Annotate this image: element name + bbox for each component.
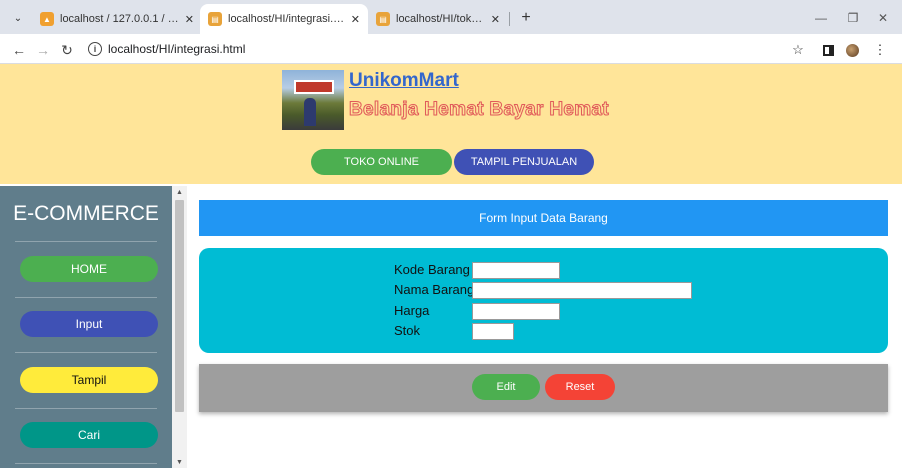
sidebar-item-input[interactable]: Input [20,311,158,337]
sidebar-divider [15,463,157,464]
restore-icon[interactable]: ❐ [842,8,864,28]
nama-barang-label: Nama Barang [394,282,475,297]
reset-button[interactable]: Reset [545,374,615,400]
store-logo-image [282,70,344,130]
close-icon[interactable]: ✕ [351,13,360,26]
close-icon[interactable]: ✕ [491,13,500,26]
minimize-icon[interactable]: — [810,8,832,28]
page-content: UnikomMart Belanja Hemat Bayar Hemat TOK… [0,64,902,468]
tab-label: localhost/HI/toko.php [396,13,485,25]
input-form-panel: Kode Barang Nama Barang Harga Stok [199,248,888,353]
kode-barang-input[interactable] [472,262,560,279]
forward-arrow-icon[interactable]: → [34,41,52,59]
back-arrow-icon[interactable]: ← [10,41,28,59]
tab-integrasi[interactable]: ▤ localhost/HI/integrasi.html ✕ [200,4,368,34]
sidebar-item-tampil[interactable]: Tampil [20,367,158,393]
page-favicon-icon: ▤ [208,12,222,26]
toko-online-button[interactable]: TOKO ONLINE [311,149,452,175]
url-field[interactable]: i localhost/HI/integrasi.html [88,38,808,60]
tab-separator [509,12,510,26]
reload-icon[interactable]: ↻ [58,41,76,59]
address-bar: ← → ↻ i localhost/HI/integrasi.html ☆ ⋮ [0,34,902,64]
scrollbar-thumb[interactable] [175,200,184,412]
browser-tab-bar: ⌄ ▲ localhost / 127.0.0.1 / hi_2023 / ✕ … [0,0,902,34]
form-title: Form Input Data Barang [199,200,888,236]
nama-barang-input[interactable] [472,282,692,299]
action-bar: Edit Reset [199,364,888,412]
page-favicon-icon: ▤ [376,12,390,26]
tab-phpmyadmin[interactable]: ▲ localhost / 127.0.0.1 / hi_2023 / ✕ [32,4,202,34]
store-sign [294,80,334,94]
site-tagline: Belanja Hemat Bayar Hemat [349,99,610,121]
edit-button[interactable]: Edit [472,374,540,400]
site-name-link[interactable]: UnikomMart [349,70,459,92]
more-menu-icon[interactable]: ⋮ [872,42,888,58]
sidebar-divider [15,352,157,353]
person-figure [304,98,316,126]
sidebar-scrollbar[interactable]: ▲ ▼ [172,186,187,468]
bookmark-star-icon[interactable]: ☆ [790,42,806,58]
tab-search-chevron-icon[interactable]: ⌄ [8,8,28,28]
sidebar-divider [15,297,157,298]
tab-toko[interactable]: ▤ localhost/HI/toko.php ✕ [368,4,508,34]
phpmyadmin-favicon-icon: ▲ [40,12,54,26]
sidebar-divider [15,408,157,409]
harga-label: Harga [394,303,430,318]
close-window-icon[interactable]: ✕ [872,8,894,28]
tab-label: localhost/HI/integrasi.html [228,13,345,25]
scroll-down-icon[interactable]: ▼ [172,456,187,468]
side-panel-icon[interactable] [820,42,836,58]
sidebar-item-cari[interactable]: Cari [20,422,158,448]
info-icon[interactable]: i [88,42,102,56]
sidebar-title: E-COMMERCE [13,202,159,225]
sidebar: E-COMMERCE HOME Input Tampil Cari ▲ ▼ [0,186,187,468]
site-header: UnikomMart Belanja Hemat Bayar Hemat TOK… [0,64,902,184]
tampil-penjualan-button[interactable]: TAMPIL PENJUALAN [454,149,594,175]
scroll-up-icon[interactable]: ▲ [172,186,187,198]
stok-label: Stok [394,323,421,338]
harga-input[interactable] [472,303,560,320]
profile-avatar-icon[interactable] [844,42,860,58]
sidebar-divider [15,241,157,242]
close-icon[interactable]: ✕ [185,13,194,26]
sidebar-item-home[interactable]: HOME [20,256,158,282]
new-tab-button[interactable]: + [516,8,536,28]
tab-label: localhost / 127.0.0.1 / hi_2023 / [60,13,179,25]
stok-input[interactable] [472,323,514,340]
url-text: localhost/HI/integrasi.html [108,42,246,56]
kode-barang-label: Kode Barang [394,262,470,277]
